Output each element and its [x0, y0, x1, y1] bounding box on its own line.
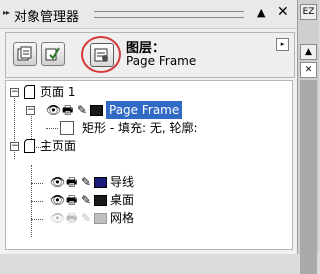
visibility-eye-icon[interactable]: 👁: [50, 173, 65, 191]
layer-manager-view-button[interactable]: [90, 43, 114, 67]
edit-pencil-icon[interactable]: ✎: [77, 101, 87, 119]
page1-label: 页面 1: [40, 85, 76, 99]
color-none-swatch[interactable]: ✕: [300, 62, 317, 78]
rectangle-label: 矩形 - 填充: 无, 轮廓:: [82, 121, 198, 135]
palette-scroll-area[interactable]: [300, 80, 317, 274]
page-icon: [24, 85, 35, 99]
flyout-menu-icon[interactable]: ▸: [276, 38, 289, 51]
tree-row-page1[interactable]: − 页面 1: [10, 83, 210, 101]
tree-row-layer-desktop[interactable]: 👁 🖶 ✎ 桌面: [46, 191, 246, 209]
tree-row-page-frame-layer[interactable]: − 👁 🖶 ✎ Page Frame: [26, 101, 256, 119]
tree-connector: [31, 219, 43, 220]
edit-pencil-icon[interactable]: ✎: [81, 191, 91, 209]
layer-color-swatch[interactable]: [90, 105, 103, 116]
printer-icon[interactable]: 🖶: [62, 101, 73, 119]
page-frame-label: Page Frame: [106, 101, 183, 119]
titlebar-rule: [94, 11, 244, 18]
collapse-toggle-icon[interactable]: −: [10, 142, 19, 151]
edit-across-layers-button[interactable]: [41, 42, 65, 66]
tree-row-master-page[interactable]: − 主页面: [10, 137, 210, 155]
object-properties-icon: [17, 46, 32, 61]
panel-title: 对象管理器: [14, 10, 80, 25]
docker-tab-icon[interactable]: EZ: [300, 4, 317, 20]
rectangle-icon: [60, 121, 74, 135]
layer-color-swatch[interactable]: [94, 177, 107, 188]
layer-label-guides: 导线: [110, 175, 135, 189]
tree-connector: [31, 201, 43, 202]
edit-pencil-icon[interactable]: ✎: [81, 173, 91, 191]
object-manager-panel: ▸▸ 对象管理器 ▲ ✕ 图层： Page Frame ▸ − 页面 1 − 👁…: [0, 0, 298, 254]
printer-icon[interactable]: 🖶: [66, 209, 77, 227]
layer-color-swatch[interactable]: [94, 213, 107, 224]
collapse-icon[interactable]: ▲: [257, 6, 265, 19]
printer-icon[interactable]: 🖶: [66, 173, 77, 191]
show-object-properties-button[interactable]: [13, 42, 37, 66]
tree-connector: [31, 183, 43, 184]
tree-row-layer-guides[interactable]: 👁 🖶 ✎ 导线: [46, 173, 246, 191]
scroll-up-icon[interactable]: ▲: [300, 44, 317, 60]
visibility-eye-icon[interactable]: 👁: [50, 191, 65, 209]
tree-row-layer-grid[interactable]: 👁 🖶 ✎ 网格: [46, 209, 246, 227]
object-tree: − 页面 1 − 👁 🖶 ✎ Page Frame 矩形 - 填充: 无, 轮廓…: [5, 80, 293, 250]
edit-layers-icon: [45, 47, 60, 61]
layer-manager-icon: [94, 48, 108, 62]
printer-icon[interactable]: 🖶: [66, 191, 77, 209]
adjacent-docker-strip: EZ ▲ ✕: [298, 0, 319, 274]
visibility-eye-icon[interactable]: 👁: [50, 209, 65, 227]
close-icon[interactable]: ✕: [277, 4, 289, 20]
panel-grip-icon[interactable]: ▸▸: [3, 8, 10, 17]
collapse-toggle-icon[interactable]: −: [10, 88, 19, 97]
master-page-label: 主页面: [40, 139, 77, 153]
tree-row-rectangle[interactable]: 矩形 - 填充: 无, 轮廓:: [46, 119, 296, 137]
tree-connector: [46, 128, 58, 129]
layer-label-grid: 网格: [110, 211, 135, 225]
layer-color-swatch[interactable]: [94, 195, 107, 206]
layer-toolbar: 图层： Page Frame ▸: [5, 32, 295, 78]
edit-pencil-icon[interactable]: ✎: [81, 209, 91, 227]
layer-label-desktop: 桌面: [110, 193, 135, 207]
collapse-toggle-icon[interactable]: −: [26, 106, 35, 115]
panel-titlebar[interactable]: ▸▸ 对象管理器 ▲ ✕: [0, 0, 297, 29]
current-layer-name: Page Frame: [126, 54, 197, 68]
master-page-icon: [24, 139, 35, 153]
visibility-eye-icon[interactable]: 👁: [46, 101, 61, 119]
